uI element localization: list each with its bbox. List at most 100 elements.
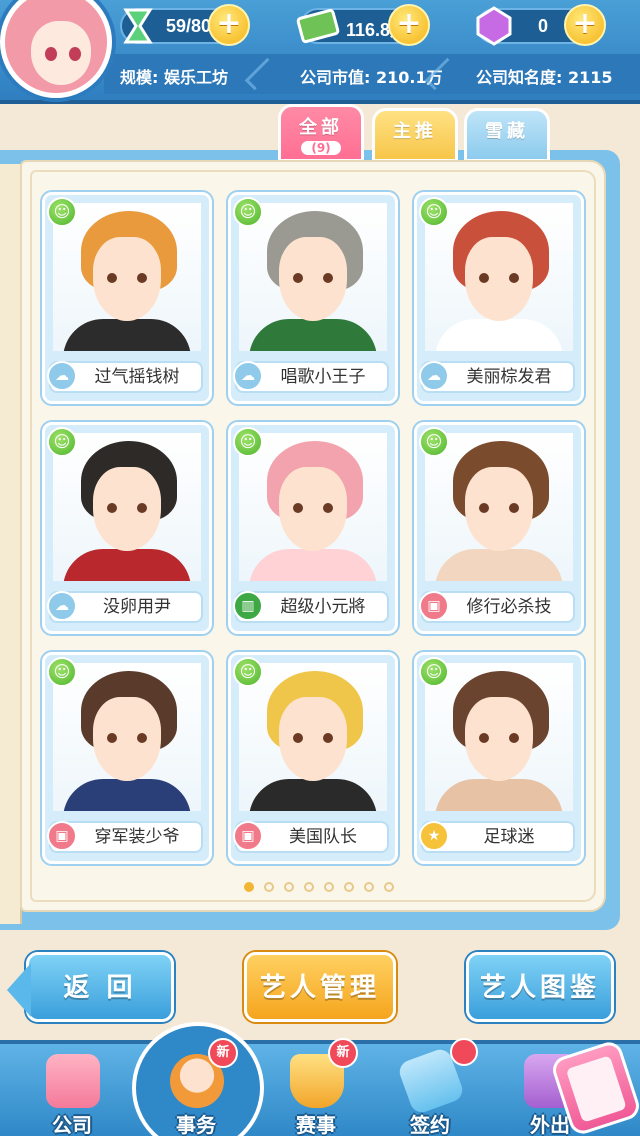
artist-card[interactable]: ☺ 唱歌小王子 ☁	[228, 192, 398, 404]
page-dot[interactable]	[244, 882, 254, 892]
portrait-face	[465, 467, 533, 551]
page-dot[interactable]	[264, 882, 274, 892]
portrait-face	[279, 697, 347, 781]
new-badge: 新	[328, 1038, 358, 1068]
portrait-eye	[293, 273, 303, 283]
mood-smiley-icon: ☺	[419, 197, 449, 227]
company-stats-bar: 规模: 娱乐工坊 公司市值: 210.1万 公司知名度: 2115	[104, 54, 640, 94]
divider	[244, 57, 278, 91]
portrait-eye	[137, 733, 147, 743]
back-button[interactable]: 返 回	[7, 952, 174, 1022]
star-icon: ★	[419, 821, 449, 851]
clapper-icon: ▣	[419, 591, 449, 621]
cash-icon	[296, 8, 340, 44]
mood-smiley-icon: ☺	[419, 427, 449, 457]
plus-icon: +	[572, 6, 598, 41]
mood-smiley-icon: ☺	[47, 657, 77, 687]
nav-item-company[interactable]: 公司	[22, 1044, 122, 1136]
page-dot[interactable]	[304, 882, 314, 892]
tab-count: (9)	[301, 141, 341, 155]
portrait-eye	[509, 273, 519, 283]
nav-item-events[interactable]: 新 赛事	[266, 1038, 366, 1136]
artist-card[interactable]: ☺ 修行必杀技 ▣	[414, 422, 584, 634]
add-energy-button[interactable]: +	[208, 4, 250, 46]
portrait-eye	[479, 503, 489, 513]
portrait-face	[93, 467, 161, 551]
avatar-face	[31, 21, 91, 85]
portrait-eye	[137, 503, 147, 513]
artist-portrait	[425, 433, 573, 581]
cloud-icon: ☁	[419, 361, 449, 391]
artist-card[interactable]: ☺ 美丽棕发君 ☁	[414, 192, 584, 404]
artist-card[interactable]: ☺ 超级小元將 ▥	[228, 422, 398, 634]
artist-card[interactable]: ☺ 美国队长 ▣	[228, 652, 398, 864]
portrait-eye	[293, 733, 303, 743]
book-icon: ▥	[233, 591, 263, 621]
artist-management-button[interactable]: 艺人管理	[244, 952, 396, 1022]
artist-gallery-button[interactable]: 艺人图鉴	[466, 952, 614, 1022]
page-dot[interactable]	[324, 882, 334, 892]
mood-smiley-icon: ☺	[233, 657, 263, 687]
book-spine	[0, 164, 22, 924]
cloud-icon: ☁	[47, 591, 77, 621]
tab-label: 雪藏	[485, 121, 529, 142]
artist-card[interactable]: ☺ 过气摇钱树 ☁	[42, 192, 212, 404]
company-scale: 规模: 娱乐工坊	[120, 68, 228, 87]
gem-value: 0	[538, 16, 549, 36]
add-money-button[interactable]: +	[388, 4, 430, 46]
artist-portrait	[239, 203, 387, 351]
portrait-eye	[323, 733, 333, 743]
artist-portrait	[425, 663, 573, 811]
tab-all[interactable]: 全部 (9)	[278, 104, 364, 162]
portrait-eye	[323, 273, 333, 283]
nav-item-sign[interactable]: 签约	[380, 1038, 480, 1136]
clapper-icon: ▣	[47, 821, 77, 851]
portrait-eye	[107, 503, 117, 513]
artist-card[interactable]: ☺ 足球迷 ★	[414, 652, 584, 864]
person-badge-icon	[450, 1038, 478, 1066]
new-badge: 新	[208, 1038, 238, 1068]
portrait-face	[93, 237, 161, 321]
phone-screen	[565, 1055, 627, 1123]
page-dot[interactable]	[284, 882, 294, 892]
portrait-eye	[479, 273, 489, 283]
cloud-icon: ☁	[47, 361, 77, 391]
portrait-face	[93, 697, 161, 781]
add-gems-button[interactable]: +	[564, 4, 606, 46]
portrait-face	[279, 237, 347, 321]
avatar-eye	[45, 47, 57, 61]
artist-portrait	[239, 433, 387, 581]
portrait-eye	[479, 733, 489, 743]
portrait-eye	[509, 733, 519, 743]
player-avatar[interactable]	[0, 0, 112, 98]
tab-featured[interactable]: 主推	[372, 108, 458, 162]
portrait-eye	[137, 273, 147, 283]
mood-smiley-icon: ☺	[47, 197, 77, 227]
portrait-face	[465, 697, 533, 781]
nav-item-affairs[interactable]: 新 事务	[132, 1022, 264, 1136]
artist-card[interactable]: ☺ 穿军装少爷 ▣	[42, 652, 212, 864]
mood-smiley-icon: ☺	[233, 427, 263, 457]
portrait-face	[279, 467, 347, 551]
artist-card[interactable]: ☺ 没卵用尹 ☁	[42, 422, 212, 634]
page-dot[interactable]	[384, 882, 394, 892]
plus-icon: +	[396, 6, 422, 41]
building-icon	[46, 1054, 100, 1108]
clapper-icon: ▣	[233, 821, 263, 851]
bottom-nav: 公司 新 事务 新 赛事 签约 外出	[0, 1022, 640, 1136]
cloud-icon: ☁	[233, 361, 263, 391]
nav-label: 签约	[410, 1113, 450, 1136]
artist-portrait	[239, 663, 387, 811]
portrait-face	[465, 237, 533, 321]
plus-icon: +	[216, 6, 242, 41]
money-counter: 116.8万 +	[296, 4, 430, 46]
artist-portrait	[53, 663, 201, 811]
portrait-eye	[107, 733, 117, 743]
mood-smiley-icon: ☺	[233, 197, 263, 227]
page-dot[interactable]	[364, 882, 374, 892]
tab-label: 主推	[393, 121, 437, 142]
tab-hidden[interactable]: 雪藏	[464, 108, 550, 162]
page-dot[interactable]	[344, 882, 354, 892]
energy-counter: 59/80 +	[120, 4, 250, 46]
company-fame: 公司知名度: 2115	[476, 68, 613, 87]
